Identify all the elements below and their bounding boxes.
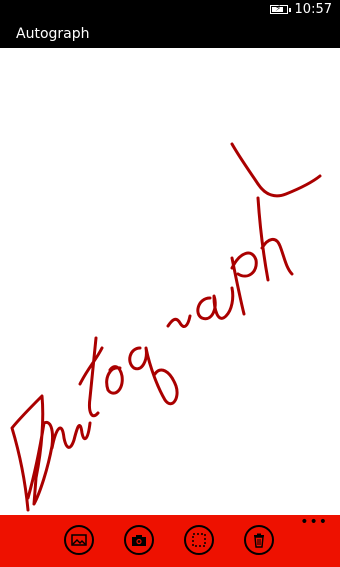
image-button[interactable] bbox=[64, 525, 94, 555]
status-clock: 10:57 bbox=[294, 2, 332, 17]
signature-stroke-a bbox=[10, 394, 54, 512]
more-menu-button[interactable]: ••• bbox=[300, 515, 328, 529]
signature-stroke-p bbox=[230, 251, 258, 316]
select-button[interactable] bbox=[184, 525, 214, 555]
signature-stroke-r bbox=[166, 314, 192, 328]
app-title: Autograph bbox=[16, 26, 90, 42]
screen: ⚡ 10:57 Autograph ••• bbox=[0, 0, 340, 567]
signature-stroke-crossbar bbox=[230, 142, 322, 198]
app-bar: ••• bbox=[0, 515, 340, 567]
select-icon bbox=[192, 533, 206, 547]
signature-stroke-o bbox=[105, 365, 124, 395]
battery-charging-icon: ⚡ bbox=[270, 4, 291, 14]
title-bar: Autograph bbox=[0, 20, 340, 48]
signature-drawing bbox=[10, 142, 322, 512]
signature-stroke-a2 bbox=[196, 286, 235, 321]
trash-icon bbox=[254, 533, 264, 548]
image-icon bbox=[71, 534, 87, 546]
signature-stroke-t bbox=[78, 336, 104, 418]
delete-button[interactable] bbox=[244, 525, 274, 555]
signature-canvas[interactable] bbox=[0, 48, 340, 515]
signature-stroke-h bbox=[256, 196, 294, 282]
status-bar: ⚡ 10:57 bbox=[0, 0, 340, 20]
signature-stroke-u bbox=[50, 421, 92, 450]
camera-icon bbox=[132, 535, 146, 546]
signature-stroke-g bbox=[128, 346, 179, 406]
camera-button[interactable] bbox=[124, 525, 154, 555]
